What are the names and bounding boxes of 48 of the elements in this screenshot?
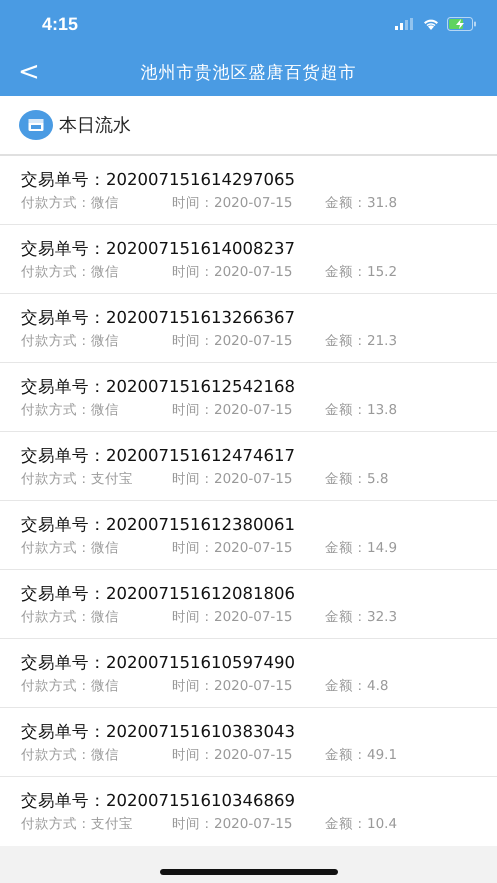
transaction-date: 时间：2020-07-15 bbox=[172, 263, 292, 281]
amount: 金额：13.8 bbox=[325, 401, 398, 419]
order-number: 交易单号：202007151612380061 bbox=[21, 514, 295, 536]
transaction-date: 时间：2020-07-15 bbox=[172, 332, 292, 350]
battery-icon bbox=[447, 17, 477, 31]
transaction-date: 时间：2020-07-15 bbox=[172, 539, 292, 557]
page-title: 池州市贵池区盛唐百货超市 bbox=[140, 62, 356, 82]
amount: 金额：14.9 bbox=[325, 539, 398, 557]
payment-method: 付款方式：微信 bbox=[21, 401, 119, 419]
transaction-date: 时间：2020-07-15 bbox=[172, 815, 292, 833]
payment-method: 付款方式：微信 bbox=[21, 677, 119, 695]
payment-method: 付款方式：支付宝 bbox=[21, 470, 133, 488]
transaction-date: 时间：2020-07-15 bbox=[172, 608, 292, 626]
payment-method: 付款方式：微信 bbox=[21, 332, 119, 350]
order-number: 交易单号：202007151613266367 bbox=[21, 307, 295, 329]
order-number: 交易单号：202007151612542168 bbox=[21, 376, 295, 398]
amount: 金额：5.8 bbox=[325, 470, 388, 488]
signal-icon bbox=[395, 18, 415, 30]
payment-method: 付款方式：支付宝 bbox=[21, 815, 133, 833]
amount: 金额：15.2 bbox=[325, 263, 398, 281]
amount: 金额：4.8 bbox=[325, 677, 388, 695]
status-time: 4:15 bbox=[42, 14, 78, 34]
transaction-date: 时间：2020-07-15 bbox=[172, 470, 292, 488]
order-number: 交易单号：202007151614008237 bbox=[21, 238, 295, 260]
amount: 金额：10.4 bbox=[325, 815, 398, 833]
transaction-date: 时间：2020-07-15 bbox=[172, 401, 292, 419]
order-number: 交易单号：202007151612474617 bbox=[21, 445, 295, 467]
amount: 金额：32.3 bbox=[325, 608, 398, 626]
payment-method: 付款方式：微信 bbox=[21, 194, 119, 212]
store-icon bbox=[19, 110, 53, 140]
payment-method: 付款方式：微信 bbox=[21, 539, 119, 557]
transaction-date: 时间：2020-07-15 bbox=[172, 194, 292, 212]
order-number: 交易单号：202007151612081806 bbox=[21, 583, 295, 605]
transaction-date: 时间：2020-07-15 bbox=[172, 746, 292, 764]
order-number: 交易单号：202007151614297065 bbox=[21, 169, 295, 191]
wifi-icon bbox=[423, 18, 439, 30]
back-button[interactable]: < bbox=[0, 59, 56, 85]
payment-method: 付款方式：微信 bbox=[21, 263, 119, 281]
amount: 金额：21.3 bbox=[325, 332, 398, 350]
order-number: 交易单号：202007151610597490 bbox=[21, 652, 295, 674]
payment-method: 付款方式：微信 bbox=[21, 608, 119, 626]
amount: 金额：49.1 bbox=[325, 746, 398, 764]
payment-method: 付款方式：微信 bbox=[21, 746, 119, 764]
order-number: 交易单号：202007151610383043 bbox=[21, 721, 295, 743]
amount: 金额：31.8 bbox=[325, 194, 398, 212]
order-number: 交易单号：202007151610346869 bbox=[21, 790, 295, 812]
section-title: 本日流水 bbox=[59, 114, 131, 137]
transaction-date: 时间：2020-07-15 bbox=[172, 677, 292, 695]
